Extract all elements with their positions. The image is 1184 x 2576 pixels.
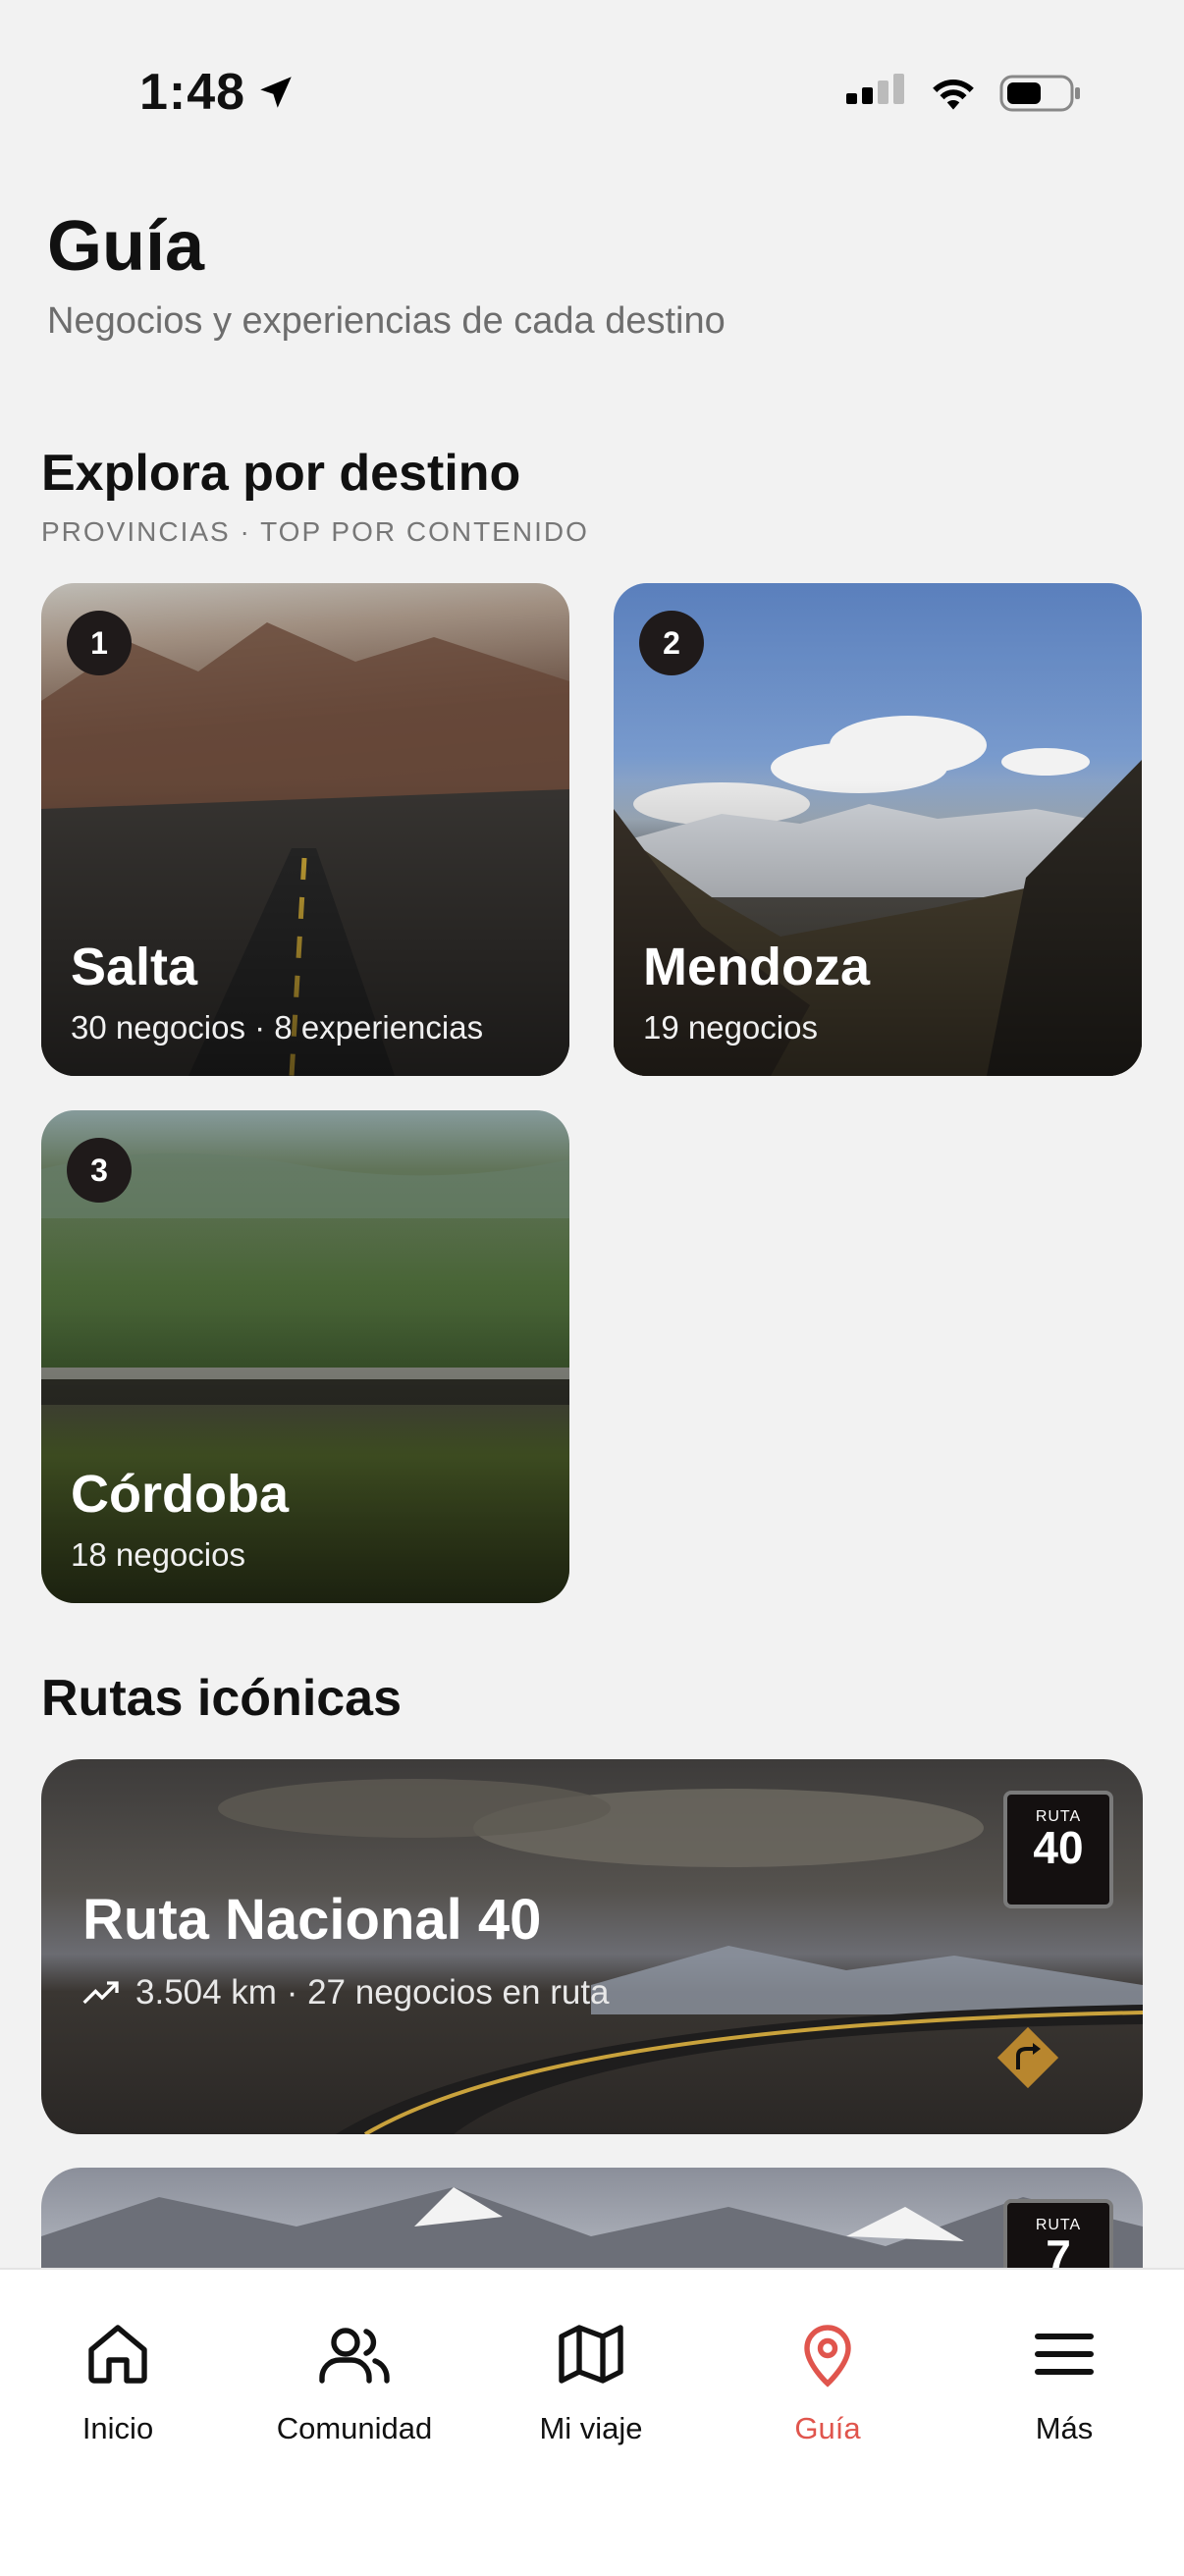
tab-comunidad[interactable]: Comunidad (237, 2319, 472, 2446)
signal-icon (846, 74, 904, 104)
rank-badge: 3 (67, 1138, 132, 1203)
destination-meta: 19 negocios (643, 1009, 818, 1046)
destination-card-mendoza[interactable]: 2 Mendoza 19 negocios (614, 583, 1142, 1076)
rank-badge: 2 (639, 611, 704, 675)
location-arrow-icon (260, 77, 292, 108)
destination-name: Salta (71, 938, 198, 996)
home-icon (88, 2325, 147, 2384)
map-icon (559, 2325, 623, 2384)
menu-icon (1035, 2334, 1094, 2375)
bottom-tab-bar: Inicio Comunidad Mi viaje Guía Más (0, 2268, 1184, 2576)
destination-name: Mendoza (643, 938, 871, 996)
destination-name: Córdoba (71, 1465, 289, 1524)
tab-mi-viaje[interactable]: Mi viaje (473, 2319, 709, 2446)
tab-label: Guía (794, 2411, 861, 2445)
tab-label: Inicio (81, 2411, 154, 2445)
explore-section-caption: PROVINCIAS · TOP POR CONTENIDO (41, 516, 589, 547)
battery-icon (999, 75, 1080, 112)
status-time: 1:48 (139, 63, 296, 122)
route-meta-row: 3.504 km · 27 negocios en ruta (82, 1973, 610, 2012)
route-sign-number: 40 (1033, 1822, 1084, 1873)
trending-up-icon (82, 1981, 119, 2005)
route-card-ruta-40[interactable]: Ruta Nacional 40 3.504 km · 27 negocios … (41, 1759, 1143, 2134)
route-meta: 3.504 km · 27 negocios en ruta (135, 1973, 610, 2012)
tab-label: Comunidad (276, 2411, 433, 2445)
rank-badge: 1 (67, 611, 132, 675)
tab-mas[interactable]: Más (946, 2319, 1182, 2446)
tab-guia[interactable]: Guía (710, 2319, 945, 2446)
destination-meta: 30 negocios · 8 experiencias (71, 1009, 484, 1046)
route-number-sign: RUTA 40 (1003, 1791, 1113, 1908)
destination-meta: 18 negocios (71, 1536, 245, 1573)
tab-label: Mi viaje (539, 2411, 643, 2445)
page-subtitle: Negocios y experiencias de cada destino (47, 300, 726, 342)
explore-section-title: Explora por destino (41, 445, 521, 502)
community-icon (319, 2328, 390, 2384)
destination-card-salta[interactable]: 1 Salta 30 negocios · 8 experiencias (41, 583, 569, 1076)
tab-label: Más (1035, 2411, 1094, 2445)
destination-card-cordoba[interactable]: 3 Córdoba 18 negocios (41, 1110, 569, 1603)
route-name: Ruta Nacional 40 (82, 1888, 542, 1952)
status-indicators (846, 73, 1082, 114)
tab-inicio[interactable]: Inicio (0, 2319, 236, 2446)
wifi-icon (933, 80, 974, 110)
location-pin-icon (804, 2325, 851, 2388)
page-title: Guía (47, 207, 205, 286)
routes-section-title: Rutas icónicas (41, 1670, 403, 1727)
clock: 1:48 (139, 64, 246, 121)
